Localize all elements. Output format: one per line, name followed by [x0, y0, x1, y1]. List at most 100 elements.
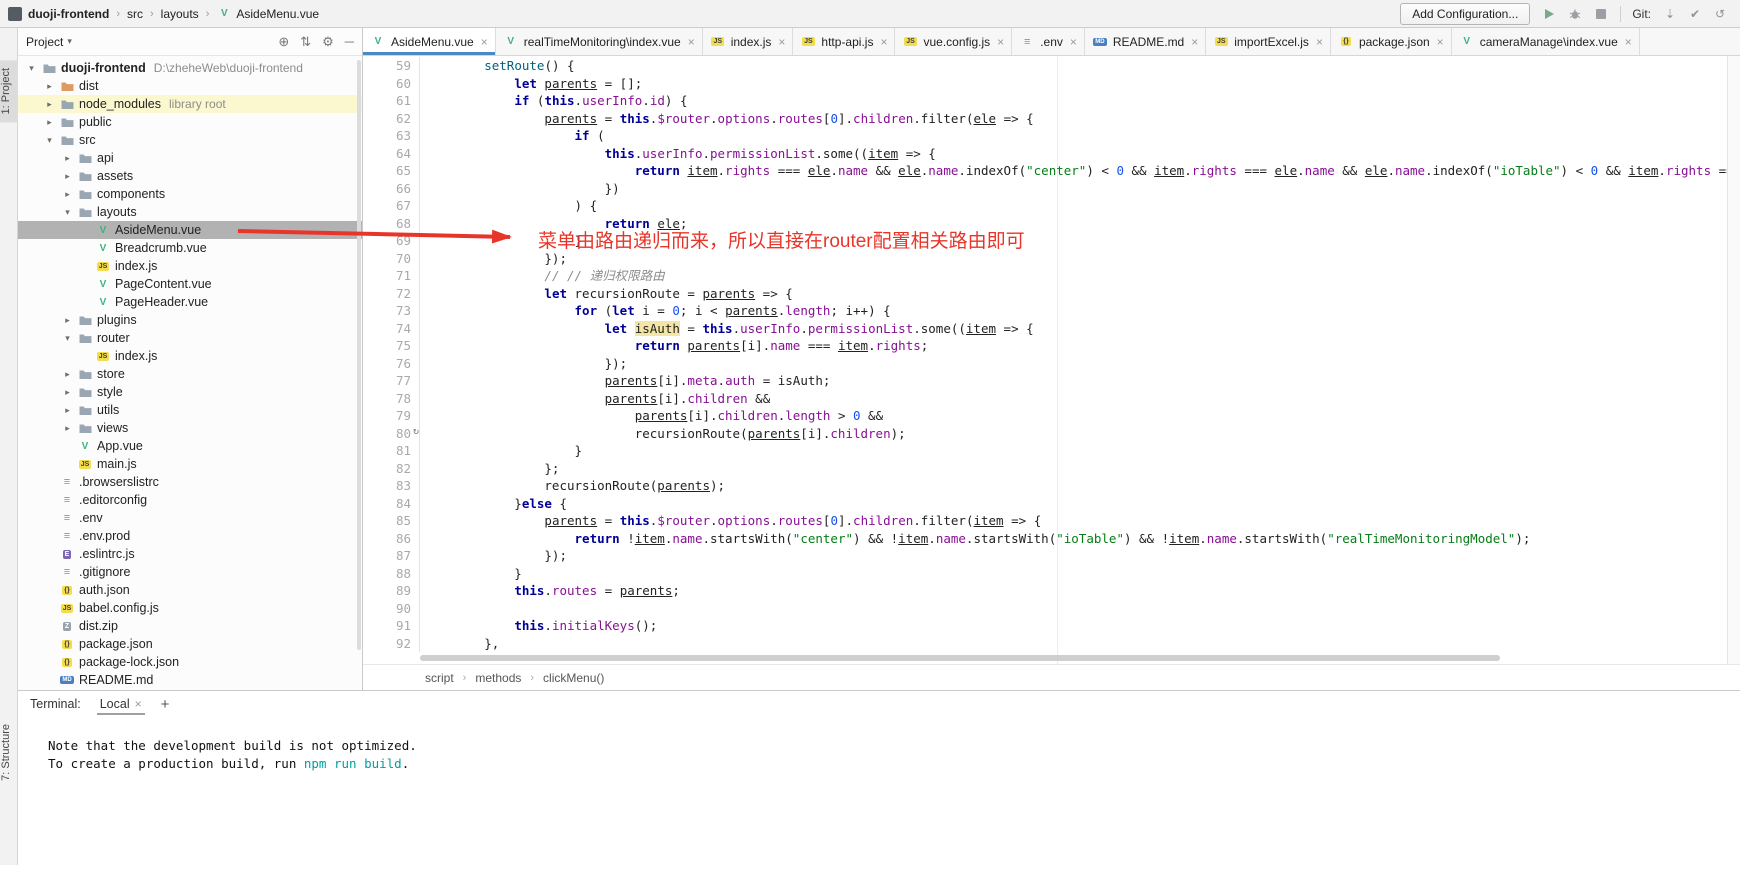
- line-number[interactable]: 72: [363, 285, 420, 303]
- tree-item[interactable]: ▸node_moduleslibrary root: [18, 95, 362, 113]
- recursion-icon[interactable]: ↻: [413, 427, 419, 437]
- tree-item[interactable]: ▸views: [18, 419, 362, 437]
- code-line[interactable]: 77 parents[i].meta.auth = isAuth;: [363, 372, 1728, 390]
- tree-item[interactable]: JSbabel.config.js: [18, 599, 362, 617]
- line-number[interactable]: 65: [363, 162, 420, 180]
- line-number[interactable]: 80↻: [363, 425, 420, 443]
- tree-item[interactable]: JSindex.js: [18, 347, 362, 365]
- chevron-right-icon[interactable]: ▸: [62, 387, 73, 398]
- line-number[interactable]: 92: [363, 635, 420, 653]
- line-number[interactable]: 70: [363, 250, 420, 268]
- chevron-right-icon[interactable]: ▸: [44, 117, 55, 128]
- tree-item[interactable]: ▸style: [18, 383, 362, 401]
- tree-item[interactable]: {}package.json: [18, 635, 362, 653]
- editor-tab[interactable]: {}package.json×: [1331, 28, 1452, 55]
- close-tab-icon[interactable]: ×: [1625, 35, 1632, 49]
- code-line[interactable]: 89 this.routes = parents;: [363, 582, 1728, 600]
- line-number[interactable]: 69: [363, 232, 420, 250]
- editor-tab[interactable]: JSvue.config.js×: [895, 28, 1012, 55]
- line-number[interactable]: 90: [363, 600, 420, 618]
- close-tab-icon[interactable]: ×: [880, 35, 887, 49]
- tree-item[interactable]: ▸api: [18, 149, 362, 167]
- code-line[interactable]: 90: [363, 600, 1728, 618]
- line-number[interactable]: 66: [363, 180, 420, 198]
- structure-stripe-button[interactable]: 7: Structure: [0, 718, 18, 787]
- locate-icon[interactable]: ⊕: [278, 34, 289, 50]
- code-line[interactable]: 63 if (: [363, 127, 1728, 145]
- tree-item[interactable]: ≡.browserslistrc: [18, 473, 362, 491]
- tree-item[interactable]: ≡.editorconfig: [18, 491, 362, 509]
- project-stripe-button[interactable]: 1: Project: [0, 60, 18, 122]
- line-number[interactable]: 77: [363, 372, 420, 390]
- tree-item[interactable]: {}auth.json: [18, 581, 362, 599]
- line-number[interactable]: 91: [363, 617, 420, 635]
- line-number[interactable]: 86: [363, 530, 420, 548]
- editor-tab[interactable]: JSindex.js×: [703, 28, 794, 55]
- tree-item[interactable]: ▸utils: [18, 401, 362, 419]
- code-line[interactable]: 62 parents = this.$router.options.routes…: [363, 110, 1728, 128]
- chevron-right-icon[interactable]: ▸: [62, 405, 73, 416]
- title-breadcrumb-item[interactable]: duoji-frontend: [28, 7, 109, 21]
- code-line[interactable]: 74 let isAuth = this.userInfo.permission…: [363, 320, 1728, 338]
- code-line[interactable]: 67 ) {: [363, 197, 1728, 215]
- line-number[interactable]: 67: [363, 197, 420, 215]
- close-tab-icon[interactable]: ×: [481, 35, 488, 49]
- line-number[interactable]: 64: [363, 145, 420, 163]
- chevron-down-icon[interactable]: ▾: [62, 333, 73, 344]
- line-number[interactable]: 83: [363, 477, 420, 495]
- line-number[interactable]: 82: [363, 460, 420, 478]
- filter-icon[interactable]: ⇅: [300, 34, 311, 50]
- code-line[interactable]: 69 }: [363, 232, 1728, 250]
- code-line[interactable]: 65 return item.rights === ele.name && el…: [363, 162, 1728, 180]
- tree-item[interactable]: ▸components: [18, 185, 362, 203]
- tree-item[interactable]: ▸plugins: [18, 311, 362, 329]
- tree-item[interactable]: VBreadcrumb.vue: [18, 239, 362, 257]
- line-number[interactable]: 73: [363, 302, 420, 320]
- stop-icon[interactable]: [1593, 6, 1609, 22]
- code-line[interactable]: 83 recursionRoute(parents);: [363, 477, 1728, 495]
- tree-item[interactable]: ≡.env: [18, 509, 362, 527]
- code-line[interactable]: 87 });: [363, 547, 1728, 565]
- tree-item[interactable]: ▾duoji-frontendD:\zheheWeb\duoji-fronten…: [18, 59, 362, 77]
- git-commit-icon[interactable]: ✔: [1687, 6, 1703, 22]
- tree-item[interactable]: ▾layouts: [18, 203, 362, 221]
- code-line[interactable]: 72 let recursionRoute = parents => {: [363, 285, 1728, 303]
- tree-item[interactable]: VAsideMenu.vue: [18, 221, 362, 239]
- new-terminal-button[interactable]: +: [161, 696, 170, 713]
- line-number[interactable]: 71: [363, 267, 420, 285]
- close-tab-icon[interactable]: ×: [1070, 35, 1077, 49]
- close-icon[interactable]: ×: [135, 697, 142, 711]
- tree-item[interactable]: ▸store: [18, 365, 362, 383]
- tree-item[interactable]: VPageContent.vue: [18, 275, 362, 293]
- code-line[interactable]: 70 });: [363, 250, 1728, 268]
- tree-item[interactable]: ▾src: [18, 131, 362, 149]
- line-number[interactable]: 85: [363, 512, 420, 530]
- code-line[interactable]: 64 this.userInfo.permissionList.some((it…: [363, 145, 1728, 163]
- close-tab-icon[interactable]: ×: [997, 35, 1004, 49]
- code-line[interactable]: 82 };: [363, 460, 1728, 478]
- code-line[interactable]: 80↻ recursionRoute(parents[i].children);: [363, 425, 1728, 443]
- tree-item[interactable]: ▸dist: [18, 77, 362, 95]
- line-number[interactable]: 87: [363, 547, 420, 565]
- tree-item[interactable]: MDREADME.md: [18, 671, 362, 689]
- code-line[interactable]: 79 parents[i].children.length > 0 &&: [363, 407, 1728, 425]
- editor-breadcrumb-item[interactable]: script: [425, 671, 454, 685]
- chevron-right-icon[interactable]: ▸: [62, 189, 73, 200]
- line-number[interactable]: 81: [363, 442, 420, 460]
- code-line[interactable]: 68 return ele;: [363, 215, 1728, 233]
- tree-item[interactable]: ▸public: [18, 113, 362, 131]
- code-line[interactable]: 71 // // 递归权限路由: [363, 267, 1728, 285]
- scrollbar-thumb[interactable]: [420, 655, 1500, 661]
- title-breadcrumb-item[interactable]: layouts: [161, 7, 199, 21]
- line-number[interactable]: 63: [363, 127, 420, 145]
- editor-tab[interactable]: VcameraManage\index.vue×: [1452, 28, 1640, 55]
- code-line[interactable]: 59 setRoute() {: [363, 57, 1728, 75]
- add-configuration-button[interactable]: Add Configuration...: [1400, 3, 1530, 25]
- code-line[interactable]: 73 for (let i = 0; i < parents.length; i…: [363, 302, 1728, 320]
- tree-item[interactable]: ▾router: [18, 329, 362, 347]
- line-number[interactable]: 78: [363, 390, 420, 408]
- line-number[interactable]: 84: [363, 495, 420, 513]
- code-line[interactable]: 76 });: [363, 355, 1728, 373]
- run-icon[interactable]: [1541, 6, 1557, 22]
- close-tab-icon[interactable]: ×: [778, 35, 785, 49]
